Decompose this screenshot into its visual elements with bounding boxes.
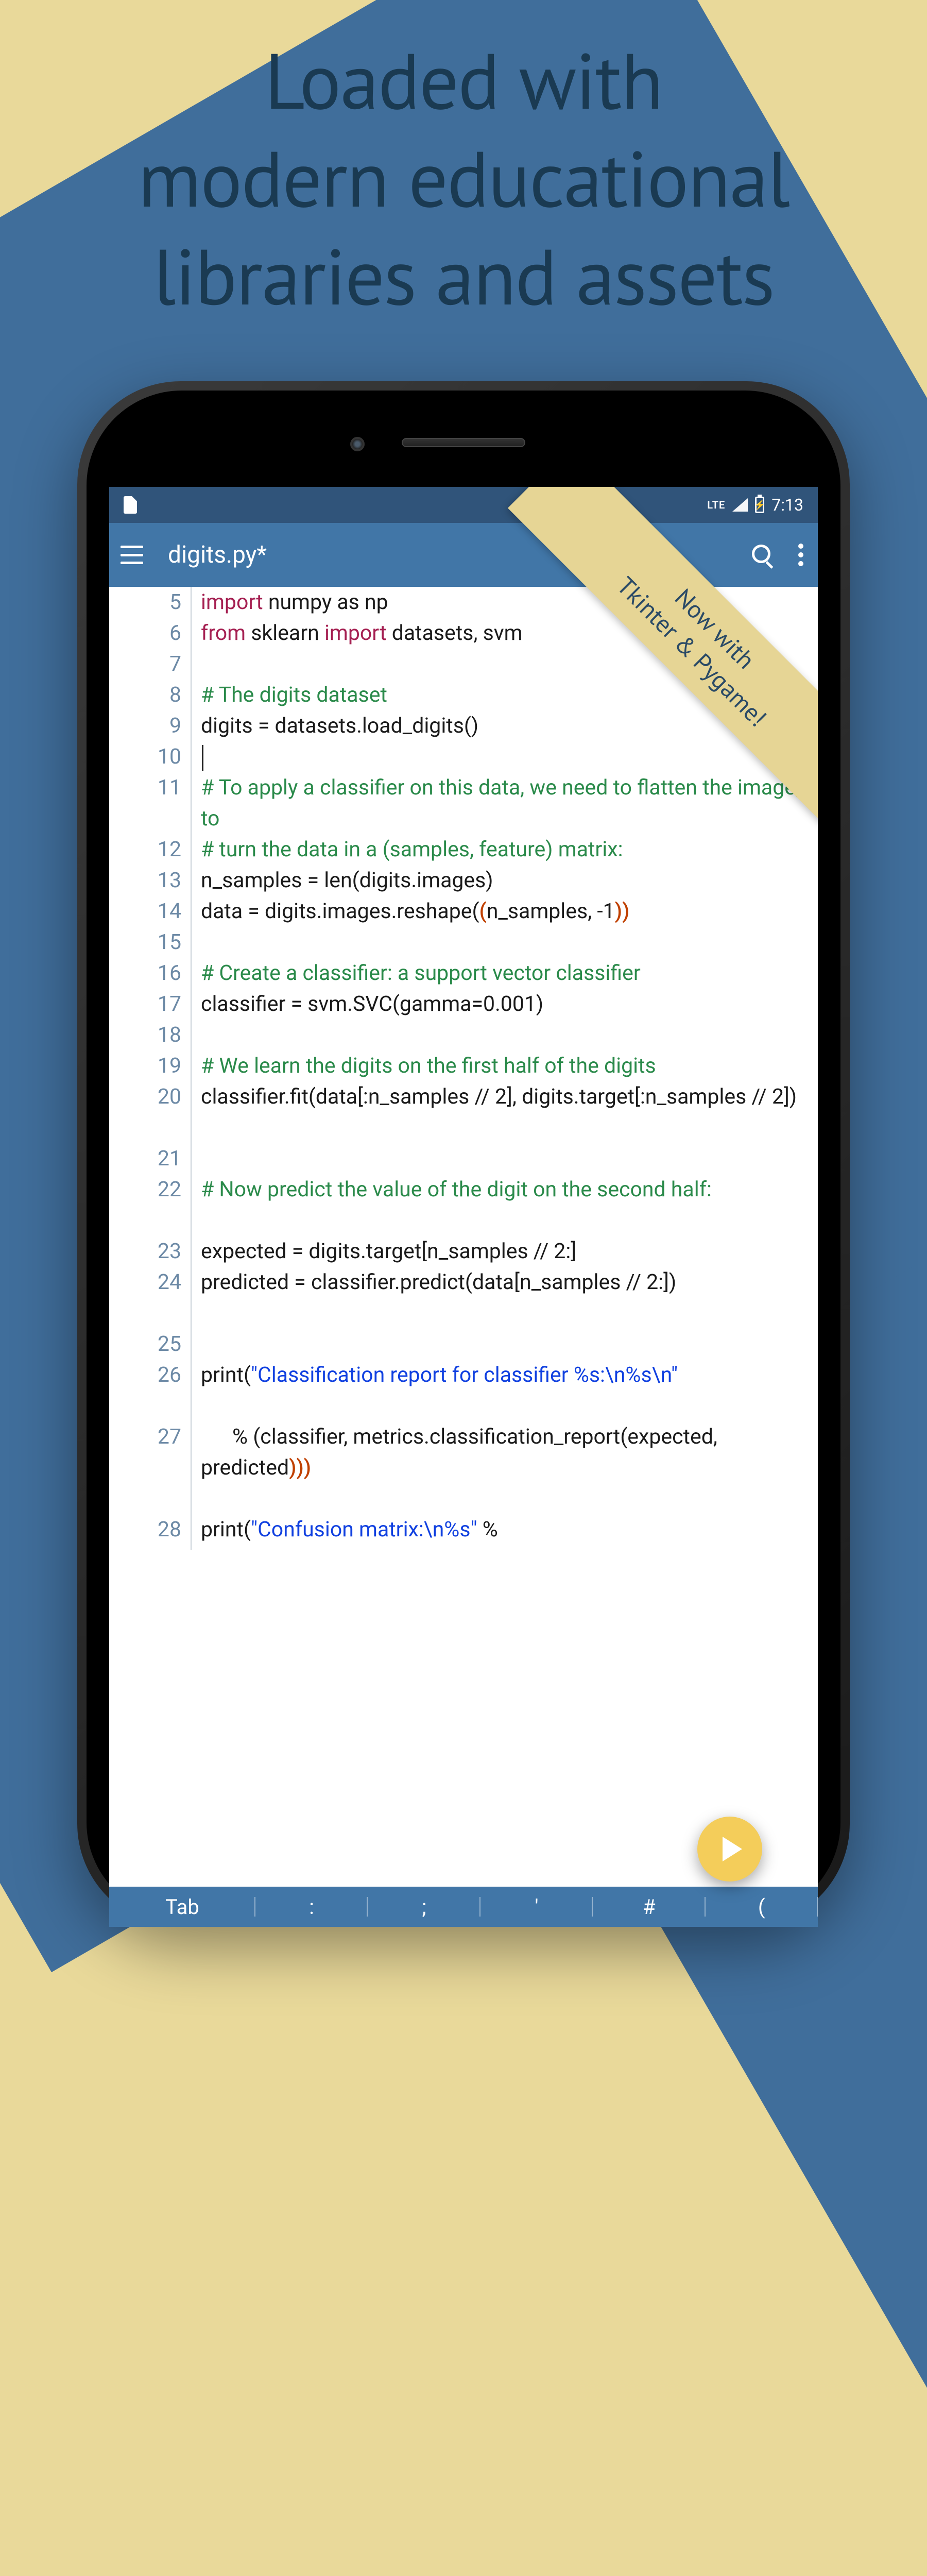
battery-icon: ⚡ [755, 497, 764, 513]
search-icon[interactable] [752, 545, 772, 565]
shortcut-key[interactable]: Tab [109, 1895, 255, 1919]
app-bar: digits.py* [109, 523, 818, 587]
shortcut-key[interactable]: : [255, 1895, 368, 1919]
code-area[interactable]: import numpy as npfrom sklearn import da… [192, 587, 818, 1550]
shortcut-key[interactable]: ( [706, 1895, 818, 1919]
play-icon [723, 1837, 742, 1861]
line-gutter: 5678910111213141516171819202122232425262… [109, 587, 192, 1550]
code-editor[interactable]: 5678910111213141516171819202122232425262… [109, 587, 818, 1550]
status-bar: LTE ⚡ 7:13 [109, 487, 818, 523]
shortcut-key[interactable]: ' [480, 1895, 593, 1919]
run-button[interactable] [697, 1817, 762, 1882]
shortcut-key[interactable]: # [593, 1895, 705, 1919]
clock: 7:13 [771, 495, 803, 515]
menu-icon[interactable] [121, 546, 143, 564]
phone-mockup: LTE ⚡ 7:13 digits.py* 567891011121314151… [77, 381, 850, 1927]
sdcard-icon [124, 496, 137, 514]
network-label: LTE [707, 499, 725, 511]
shortcut-key[interactable]: ; [368, 1895, 480, 1919]
promo-headline: Loaded with modern educational libraries… [0, 31, 927, 325]
app-screen: LTE ⚡ 7:13 digits.py* 567891011121314151… [109, 487, 818, 1927]
signal-icon [732, 498, 748, 512]
more-icon[interactable] [798, 544, 803, 566]
file-title: digits.py* [168, 541, 267, 569]
shortcut-bar: Tab:;'#( [109, 1887, 818, 1927]
phone-speaker [402, 438, 525, 447]
phone-camera [350, 437, 365, 451]
